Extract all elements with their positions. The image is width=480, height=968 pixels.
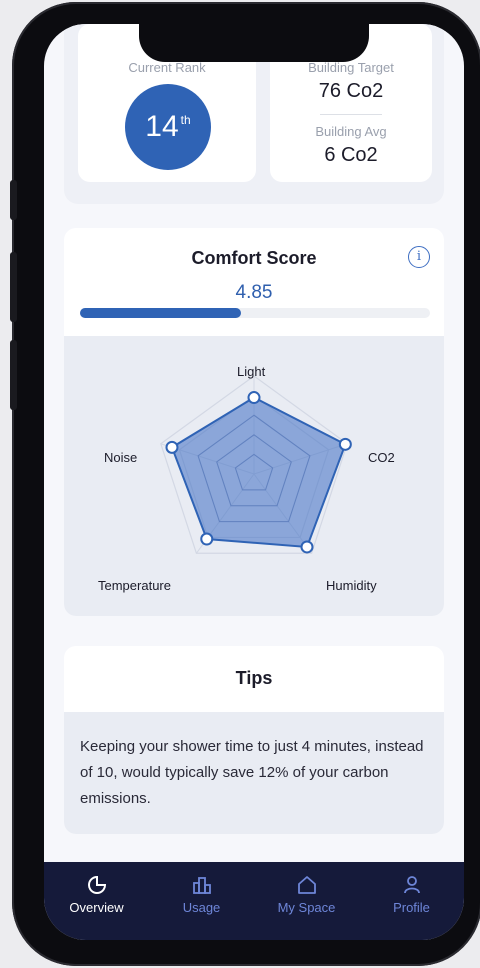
camera-notch bbox=[139, 24, 369, 62]
radar-chart-area: Light CO2 Humidity Temperature Noise bbox=[64, 336, 444, 616]
nav-item-overview[interactable]: Overview bbox=[44, 862, 149, 940]
comfort-progress-fill bbox=[80, 308, 241, 318]
radar-label-humidity: Humidity bbox=[326, 578, 377, 593]
building-avg-label: Building Avg bbox=[315, 124, 387, 139]
radar-label-light: Light bbox=[237, 364, 266, 379]
mute-switch bbox=[10, 180, 17, 220]
radar-point-temperature bbox=[200, 532, 214, 546]
app-screen: Current Rank 14th Building Target 76 Co2… bbox=[44, 24, 464, 940]
nav-item-profile[interactable]: Profile bbox=[359, 862, 464, 940]
tips-card: Tips Keeping your shower time to just 4 … bbox=[64, 646, 444, 834]
bottom-nav: Overview Usage My Space Profile bbox=[44, 862, 464, 940]
rank-badge: 14th bbox=[125, 84, 211, 170]
comfort-score-card: Comfort Score i 4.85 Light CO2 Humidity … bbox=[64, 228, 444, 616]
nav-label-my-space: My Space bbox=[277, 900, 336, 915]
nav-label-usage: Usage bbox=[182, 900, 221, 915]
radar-point-noise bbox=[165, 440, 179, 454]
usage-icon bbox=[192, 877, 211, 894]
radar-point-humidity bbox=[300, 540, 314, 554]
tips-body: Keeping your shower time to just 4 minut… bbox=[64, 712, 444, 834]
profile-icon bbox=[403, 876, 420, 894]
comfort-progress-track bbox=[80, 308, 430, 318]
radar-label-temperature: Temperature bbox=[98, 578, 171, 593]
radar-data-area bbox=[170, 396, 347, 548]
info-icon[interactable]: i bbox=[408, 246, 430, 268]
nav-item-my-space[interactable]: My Space bbox=[254, 862, 359, 940]
radar-label-co2: CO2 bbox=[368, 450, 395, 465]
tips-title: Tips bbox=[235, 668, 273, 688]
volume-up-button bbox=[10, 252, 17, 322]
rank-number: 14 bbox=[145, 110, 179, 143]
nav-item-usage[interactable]: Usage bbox=[149, 862, 254, 940]
comfort-score-value: 4.85 bbox=[235, 282, 273, 303]
building-avg-value: 6 Co2 bbox=[324, 144, 378, 166]
radar-point-co2 bbox=[338, 437, 352, 451]
current-rank-label: Current Rank bbox=[128, 60, 206, 75]
radar-label-noise: Noise bbox=[104, 450, 138, 465]
building-target-label: Building Target bbox=[308, 60, 394, 75]
radar-point-light bbox=[247, 391, 261, 405]
nav-label-profile: Profile bbox=[393, 900, 430, 915]
volume-down-button bbox=[10, 340, 17, 410]
building-target-value: 76 Co2 bbox=[318, 80, 384, 102]
nav-label-overview: Overview bbox=[69, 900, 124, 915]
rank-suffix: th bbox=[180, 113, 191, 127]
home-icon bbox=[297, 876, 316, 894]
overview-icon bbox=[87, 875, 106, 894]
divider bbox=[320, 114, 382, 115]
comfort-score-title: Comfort Score bbox=[191, 248, 317, 268]
